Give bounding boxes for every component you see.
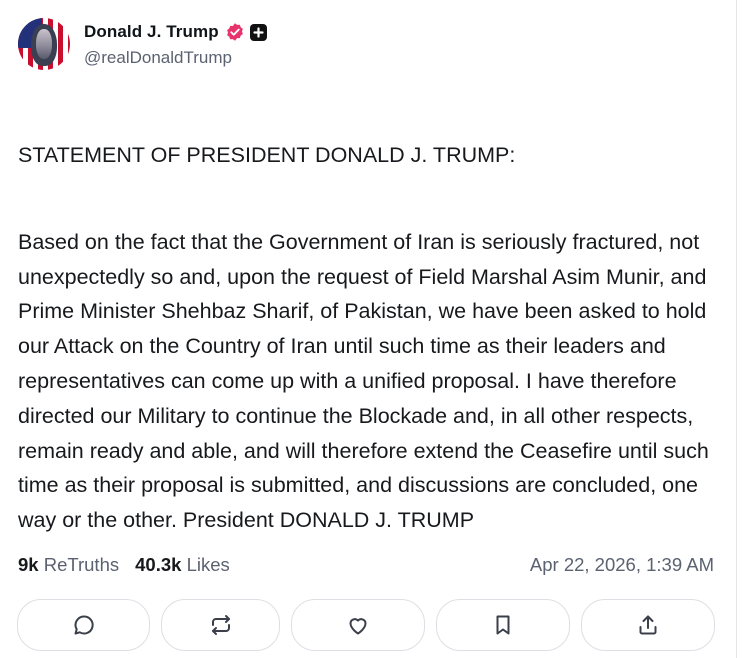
bookmark-icon xyxy=(496,615,510,635)
reply-icon xyxy=(74,615,94,635)
verified-badge-icon xyxy=(226,23,243,41)
post-header: Donald J. Trump @realDonaldTrump xyxy=(18,16,267,72)
author-display-name[interactable]: Donald J. Trump xyxy=(84,22,219,42)
post-stats: 9k ReTruths 40.3k Likes xyxy=(18,554,246,576)
like-button[interactable] xyxy=(291,599,425,651)
post-content: STATEMENT OF PRESIDENT DONALD J. TRUMP: … xyxy=(18,103,718,590)
bookmark-button[interactable] xyxy=(436,599,570,651)
likes-label: Likes xyxy=(186,554,230,575)
likes-stat[interactable]: 40.3k Likes xyxy=(135,554,230,576)
like-icon xyxy=(349,618,367,635)
post-right-border xyxy=(736,0,737,658)
retruths-stat[interactable]: 9k ReTruths xyxy=(18,554,119,576)
post-body: Based on the fact that the Government of… xyxy=(18,229,709,533)
avatar[interactable] xyxy=(18,18,70,70)
author-handle[interactable]: @realDonaldTrump xyxy=(84,48,267,68)
post-heading: STATEMENT OF PRESIDENT DONALD J. TRUMP: xyxy=(18,142,516,167)
plus-badge-icon xyxy=(249,23,267,41)
share-icon xyxy=(639,615,657,635)
action-bar xyxy=(17,599,715,651)
reply-button[interactable] xyxy=(17,599,150,651)
retruths-label: ReTruths xyxy=(43,554,120,575)
retruths-count: 9k xyxy=(18,554,39,575)
retruth-button[interactable] xyxy=(161,599,280,651)
likes-count: 40.3k xyxy=(135,554,182,575)
author-info: Donald J. Trump @realDonaldTrump xyxy=(84,20,267,68)
share-button[interactable] xyxy=(581,599,715,651)
post-timestamp[interactable]: Apr 22, 2026, 1:39 AM xyxy=(530,554,714,576)
retruth-icon xyxy=(211,615,230,635)
